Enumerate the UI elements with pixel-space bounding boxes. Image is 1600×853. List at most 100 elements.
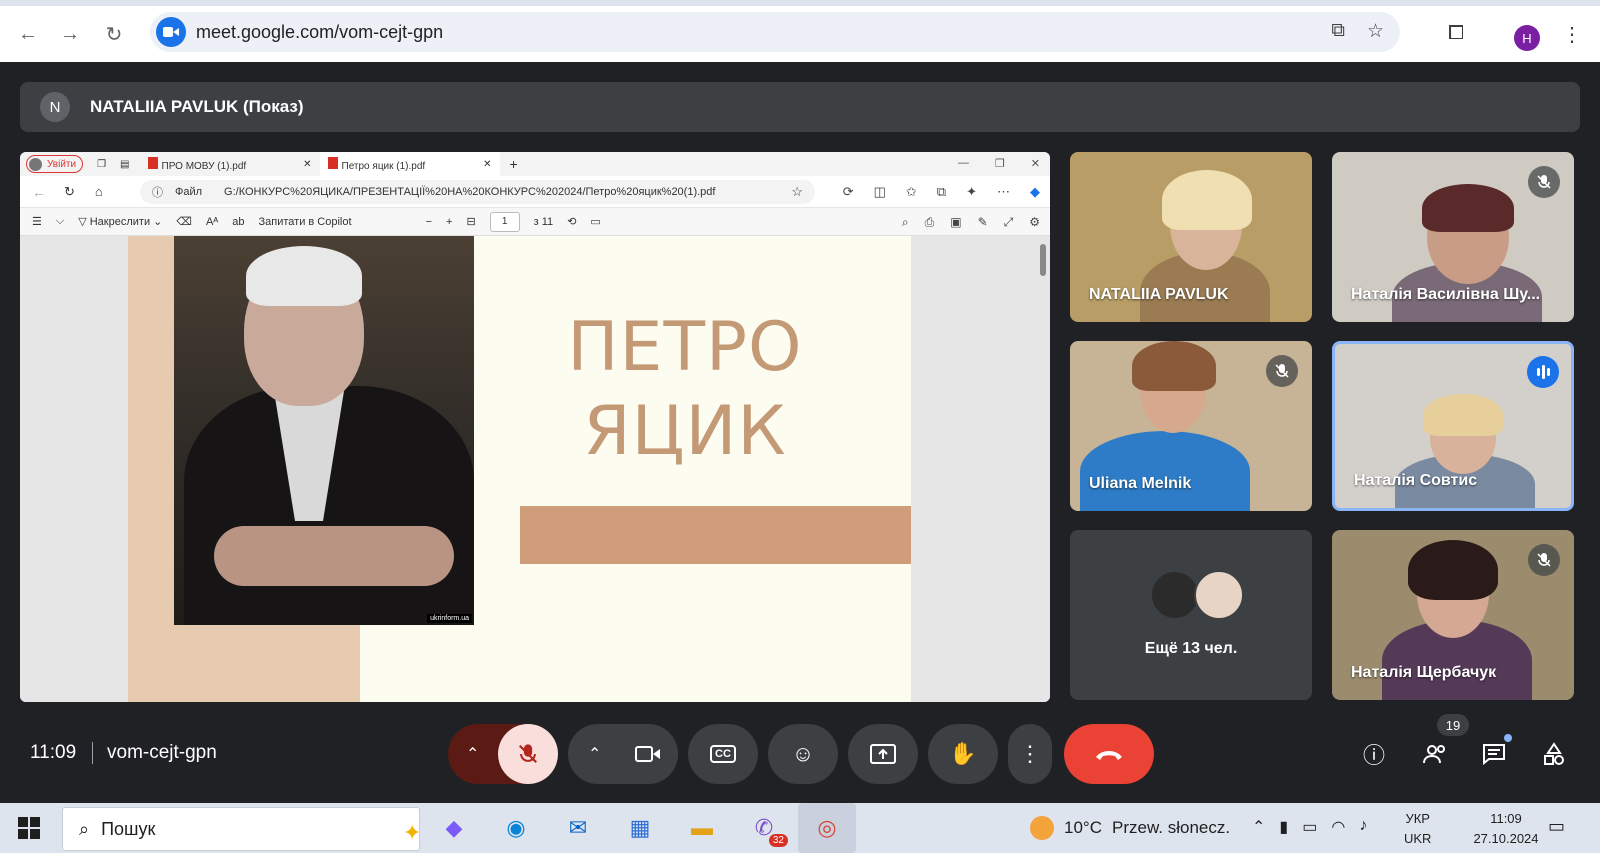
lang-bottom: UKR: [1404, 831, 1432, 846]
chat-icon[interactable]: [1478, 734, 1512, 770]
close-window-icon: ✕: [1030, 158, 1040, 170]
battery-icon[interactable]: ▭: [1302, 817, 1317, 837]
reactions-button[interactable]: ☺: [768, 724, 838, 784]
participant-avatar: [1194, 570, 1244, 620]
participant-tile[interactable]: Наталія Щербачук: [1332, 530, 1574, 700]
viber-badge: 32: [768, 834, 788, 847]
participant-tile-speaking[interactable]: Наталія Совтис: [1332, 341, 1574, 511]
people-icon[interactable]: [1420, 738, 1452, 770]
chrome-app-icon[interactable]: ◎: [798, 803, 856, 853]
info-icon: ⓘ: [152, 187, 163, 199]
profile-avatar[interactable]: H: [1514, 25, 1540, 51]
tab-close-icon: ✕: [303, 158, 312, 170]
tray-chevron-icon[interactable]: ⌃: [1252, 817, 1265, 837]
restore-icon: ❐: [994, 158, 1005, 170]
reload-icon[interactable]: ↻: [98, 18, 130, 50]
page-total: з 11: [533, 215, 554, 228]
present-screen-icon: [870, 744, 896, 764]
open-in-window-icon[interactable]: ⧉: [1331, 20, 1345, 43]
participant-tile[interactable]: Наталія Василівна Шу...: [1332, 152, 1574, 322]
volume-icon[interactable]: ♪: [1359, 817, 1367, 837]
slide-title: ПЕТРО ЯЦИК: [520, 306, 850, 474]
weather-widget[interactable]: 10°C Przew. słonecz.: [1030, 816, 1230, 840]
edge-url: G:/КОНКУРС%20ЯЦИКА/ПРЕЗЕНТАЦІЇ%20НА%20КО…: [224, 186, 716, 198]
page-number-input: 1: [489, 211, 520, 232]
camera-toggle-button[interactable]: [618, 724, 678, 784]
windows-taskbar: ⌕ Пошук ✦ ◆ ◉ ✉ ▦ ▬ ✆ 32 ◎ 10°C Przew. s…: [0, 803, 1600, 853]
wifi-icon[interactable]: ◠: [1331, 817, 1345, 837]
draw-label: Накреслити: [89, 216, 151, 228]
participant-tile[interactable]: NATALIIA PAVLUK: [1070, 152, 1312, 322]
url-text: meet.google.com/vom-cejt-gpn: [196, 21, 444, 42]
more-options-button[interactable]: ⋮: [1008, 724, 1052, 784]
extension-icon: ✦: [966, 184, 977, 199]
contents-icon: ☰: [32, 216, 42, 228]
photo-credit: ukrinform.ua: [427, 614, 472, 623]
store-app-icon[interactable]: ▦: [622, 811, 658, 845]
activities-icon[interactable]: [1538, 738, 1570, 770]
taskbar-search[interactable]: ⌕ Пошук ✦: [62, 807, 421, 851]
meet-camera-icon: [156, 17, 186, 47]
weather-desc: Przew. słonecz.: [1111, 818, 1231, 837]
chat-unread-dot: [1504, 734, 1512, 742]
outlook-app-icon[interactable]: ✉: [560, 811, 596, 845]
viber-app-icon[interactable]: ✆ 32: [746, 811, 788, 847]
windows-start-icon[interactable]: [18, 817, 40, 839]
meeting-code: vom-cejt-gpn: [107, 742, 217, 763]
more-participants-tile[interactable]: Ещё 13 чел.: [1070, 530, 1312, 700]
eraser-icon: ⌫: [176, 216, 192, 228]
tab-actions-icon: ▤: [120, 158, 130, 170]
pdf-search-icon: ⌕: [901, 215, 909, 229]
pdf-scroll-thumb: [1040, 244, 1046, 276]
back-icon[interactable]: ←: [12, 18, 44, 50]
copilot-app-icon[interactable]: ◆: [436, 811, 472, 845]
language-indicator[interactable]: УКР UKR: [1404, 809, 1431, 849]
present-button[interactable]: [848, 724, 918, 784]
taskbar-clock[interactable]: 11:09 27.10.2024: [1466, 809, 1546, 849]
mic-toggle-button[interactable]: [498, 724, 558, 784]
forward-icon[interactable]: →: [54, 18, 86, 50]
pdf-slide: ukrinform.ua ПЕТРО ЯЦИК: [128, 236, 911, 702]
participant-avatar: [1150, 570, 1200, 620]
file-explorer-icon[interactable]: ▬: [684, 811, 720, 845]
clock-time: 11:09: [1490, 811, 1522, 826]
address-bar[interactable]: meet.google.com/vom-cejt-gpn ⧉ ☆: [150, 12, 1400, 52]
refresh-ext-icon: ⟳: [842, 184, 854, 199]
participant-hair: [1162, 170, 1252, 230]
edge-app-icon[interactable]: ◉: [498, 811, 534, 845]
bookmark-star-icon[interactable]: ☆: [1367, 20, 1384, 43]
fullscreen-icon: ⤢: [1003, 215, 1014, 229]
browser-menu-icon[interactable]: ⋮: [1562, 22, 1582, 47]
more-participants-avatars: [1150, 570, 1246, 620]
pdf-icon: [147, 156, 158, 169]
raise-hand-button[interactable]: ✋: [928, 724, 998, 784]
zoom-out-icon: −: [425, 215, 432, 228]
clock-date: 27.10.2024: [1473, 831, 1539, 846]
copilot-icon: ◆: [1030, 184, 1040, 199]
workspaces-icon: ❐: [97, 158, 107, 170]
participant-tile[interactable]: Uliana Melnik: [1070, 341, 1312, 511]
tab-label: ПРО МОВУ (1).pdf: [161, 160, 247, 172]
participant-name: Наталія Василівна Шу...: [1351, 286, 1541, 303]
participant-name: NATALIIA PAVLUK: [1089, 286, 1229, 303]
participant-hair: [1423, 394, 1503, 436]
chevron-up-icon: ⌃: [466, 746, 480, 763]
edge-tab-strip: Увійти ❐ ▤ ПРО МОВУ (1).pdf ✕ Петро яцик…: [20, 152, 1050, 176]
participant-name: Наталія Щербачук: [1351, 664, 1497, 681]
leave-call-button[interactable]: [1064, 724, 1154, 784]
print-icon: ⎙: [924, 215, 935, 229]
captions-button[interactable]: CC: [688, 724, 758, 784]
extensions-icon[interactable]: ⧠: [1448, 22, 1464, 45]
meeting-time: 11:09: [30, 742, 77, 763]
notification-icon[interactable]: ▭: [1548, 816, 1565, 837]
text-icon: Aᴬ: [205, 215, 219, 228]
usb-icon[interactable]: ▮: [1279, 817, 1288, 837]
fit-page-icon: ⊟: [466, 216, 476, 228]
save-as-icon: ✎: [977, 215, 988, 229]
meeting-info-icon[interactable]: ⓘ: [1358, 738, 1390, 770]
edge-toolbar-icons: ⟳ ◫ ✩ ⧉ ✦ ⋯ ◆: [843, 184, 1040, 200]
pdf-toolbar: ☰ ⌵ ▽ Накреслити ⌄ ⌫ Aᴬ ab Запитати в Co…: [20, 208, 1050, 236]
pdf-scrollbar: [1038, 236, 1048, 702]
presenter-title: NATALIIA PAVLUK (Показ): [90, 97, 304, 116]
edge-url-box: ⓘ Файл G:/КОНКУРС%20ЯЦИКА/ПРЕЗЕНТАЦІЇ%20…: [140, 180, 815, 204]
